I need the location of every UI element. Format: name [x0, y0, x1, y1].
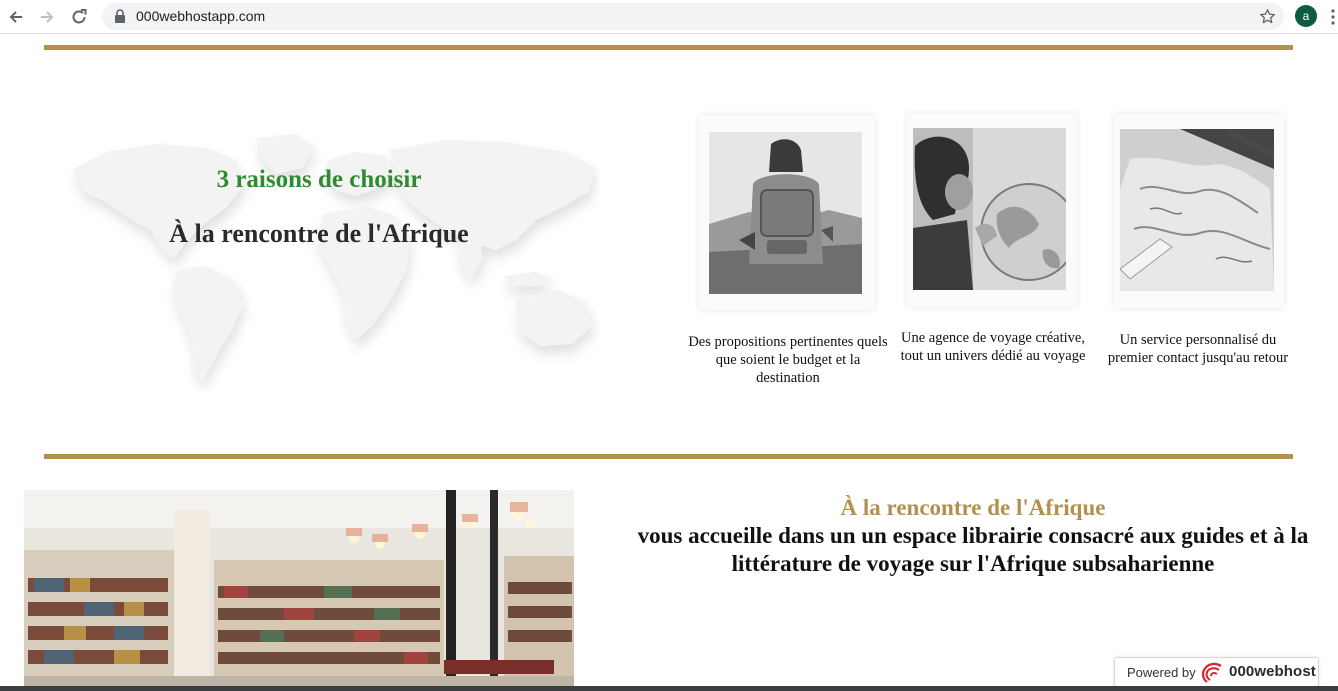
polaroid-backpacker [699, 115, 875, 310]
backpacker-photo [709, 132, 862, 294]
gold-divider-top [44, 45, 1293, 50]
bottom-strip [0, 686, 1338, 691]
reason-caption-2: Une agence de voyage créative, tout un u… [900, 330, 1086, 364]
polaroid-map [1114, 114, 1284, 308]
welcome-title: À la rencontre de l'Afrique [840, 495, 1106, 520]
welcome-text: vous accueille dans un un espace librair… [637, 523, 1309, 576]
reason-caption-1: Des propositions pertinentes quels que s… [688, 334, 888, 386]
child-globe-photo [913, 128, 1066, 290]
reasons-subtitle: À la rencontre de l'Afrique [169, 219, 469, 248]
profile-avatar[interactable]: a [1295, 5, 1317, 27]
gold-divider-middle [44, 454, 1293, 459]
address-bar[interactable]: 000webhostapp.com [102, 3, 1284, 30]
star-icon[interactable] [1259, 8, 1276, 25]
map-photo [1120, 129, 1274, 291]
url-text: 000webhostapp.com [136, 8, 266, 24]
powered-by-badge[interactable]: Powered by 000webhost [1114, 657, 1319, 687]
kebab-menu-icon[interactable] [1330, 9, 1336, 25]
browser-toolbar: 000webhostapp.com a [0, 0, 1338, 34]
forward-arrow-icon[interactable] [36, 6, 58, 28]
powered-by-brand: 000webhost [1229, 663, 1316, 680]
reason-caption-3: Un service personnalisé du premier conta… [1107, 332, 1289, 366]
reload-icon[interactable] [68, 6, 90, 28]
powered-by-label: Powered by [1127, 665, 1196, 680]
bookstore-photo [24, 490, 574, 686]
polaroid-child-globe [907, 113, 1077, 307]
lock-icon [115, 9, 125, 23]
000webhost-logo-icon [1201, 662, 1222, 683]
reasons-title: 3 raisons de choisir [216, 166, 422, 193]
back-arrow-icon[interactable] [5, 6, 27, 28]
